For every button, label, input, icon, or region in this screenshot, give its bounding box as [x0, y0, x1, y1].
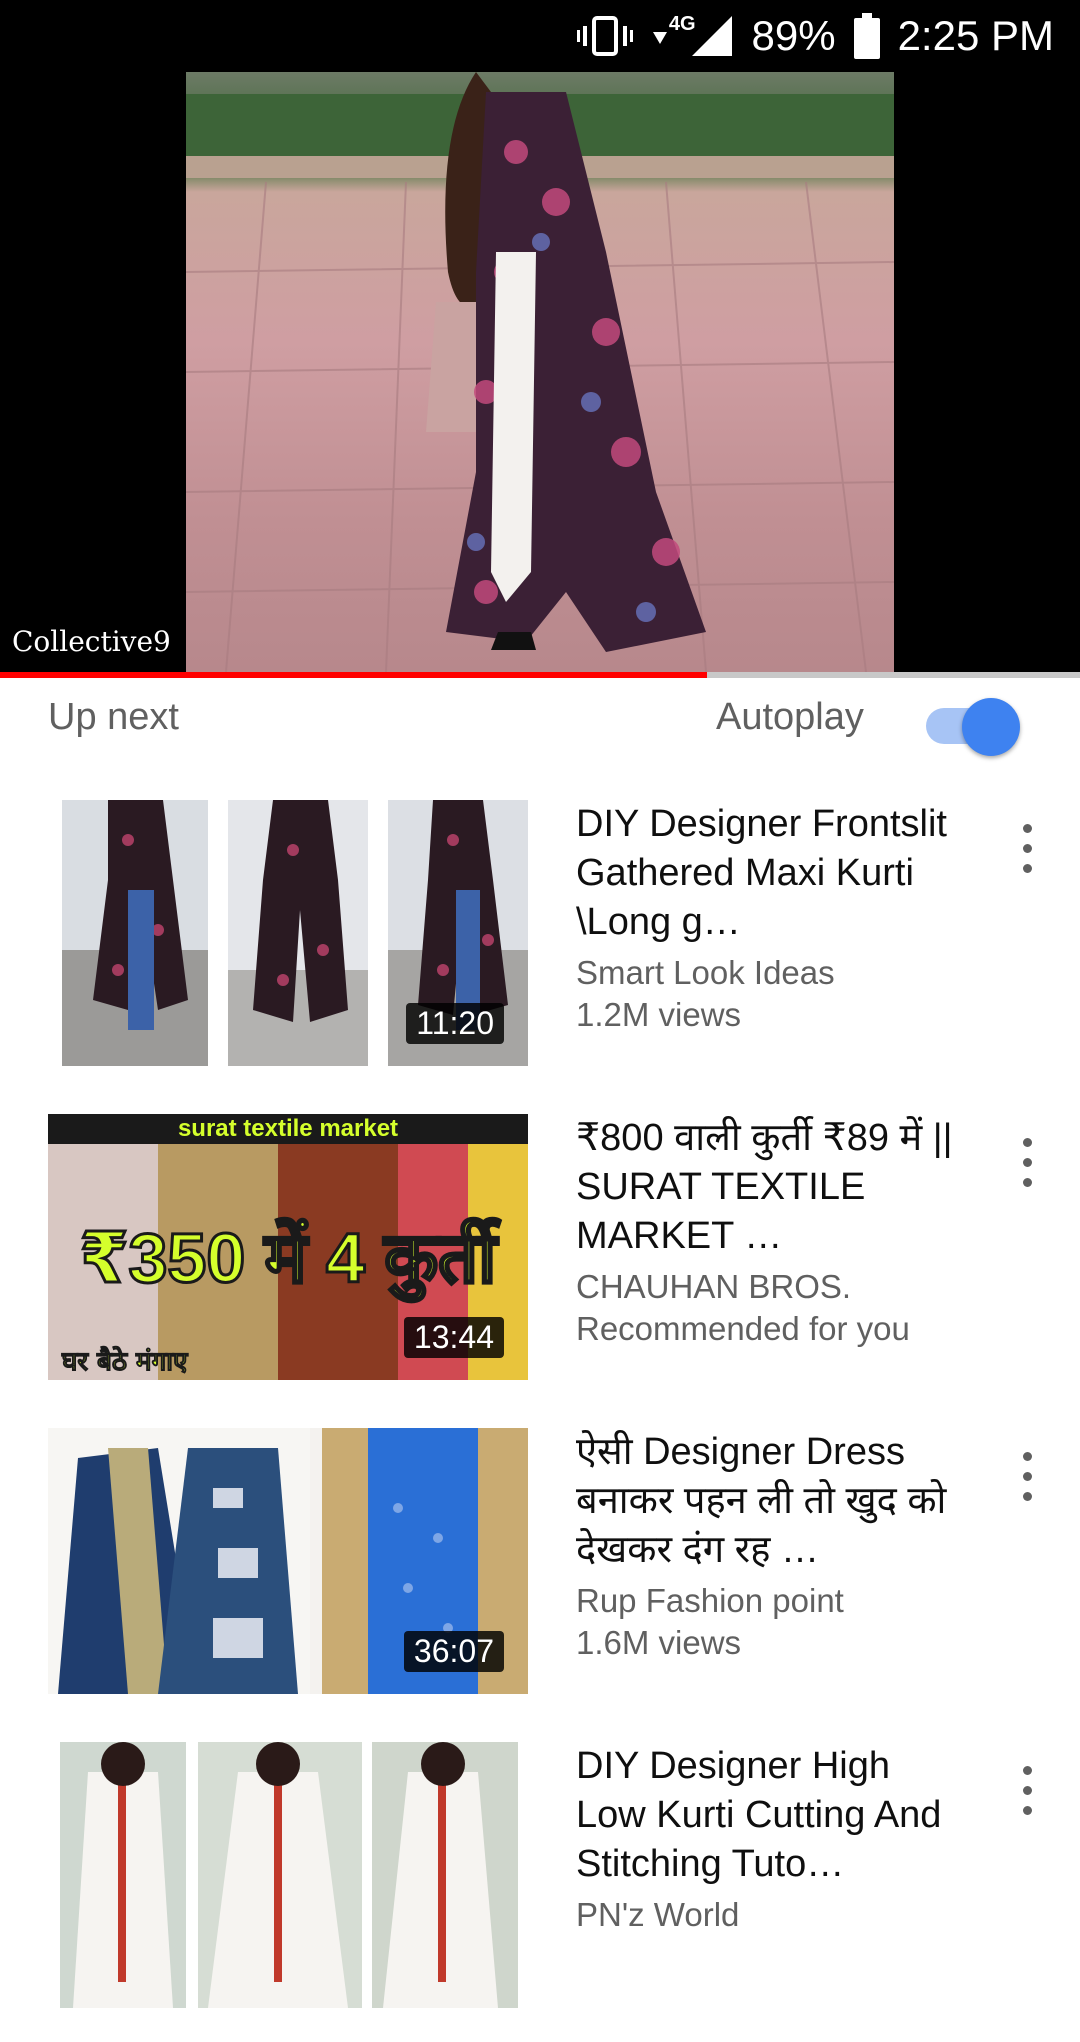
up-next-label: Up next	[48, 696, 179, 738]
video-title[interactable]: DIY Designer High Low Kurti Cutting And …	[576, 1742, 956, 1889]
video-views: 1.2M views	[576, 996, 742, 1033]
more-options-icon[interactable]	[1010, 820, 1046, 880]
video-thumbnail[interactable]	[48, 1742, 528, 2008]
thumbnail-image	[48, 1742, 528, 2008]
vibrate-icon	[576, 14, 633, 58]
video-list-item[interactable]: 36:07 ऐसी Designer Dress बनाकर पहन ली तो…	[0, 1428, 1080, 1728]
video-frame	[186, 72, 894, 672]
video-scene-image	[186, 72, 894, 672]
video-duration: 36:07	[403, 1631, 504, 1672]
up-next-header: Up next Autoplay	[0, 678, 1080, 788]
battery-icon	[853, 13, 880, 59]
video-list-item[interactable]: surat textile market ₹350 में 4 कुर्ती घ…	[0, 1114, 1080, 1414]
video-title[interactable]: ₹800 वाली कुर्ती ₹89 में || SURAT TEXTIL…	[576, 1114, 956, 1261]
battery-percent: 89%	[751, 12, 836, 59]
video-list-item[interactable]: 11:20 DIY Designer Frontslit Gathered Ma…	[0, 800, 1080, 1100]
more-options-icon[interactable]	[1010, 1448, 1046, 1508]
autoplay-label: Autoplay	[716, 696, 864, 738]
status-bar: 4G 89% 2:25 PM	[0, 0, 1080, 72]
more-options-icon[interactable]	[1010, 1762, 1046, 1822]
video-channel: Smart Look Ideas	[576, 954, 835, 991]
network-type: 4G	[668, 12, 696, 35]
video-channel: PN'z World	[576, 1896, 740, 1933]
video-thumbnail[interactable]: surat textile market ₹350 में 4 कुर्ती घ…	[48, 1114, 528, 1380]
clock: 2:25 PM	[897, 12, 1054, 59]
video-channel: CHAUHAN BROS.	[576, 1268, 852, 1305]
video-title[interactable]: DIY Designer Frontslit Gathered Maxi Kur…	[576, 800, 956, 947]
video-thumbnail[interactable]: 36:07	[48, 1428, 528, 1694]
thumbnail-footer: घर बैठे मंगाए	[61, 1346, 189, 1377]
video-title[interactable]: ऐसी Designer Dress बनाकर पहन ली तो खुद क…	[576, 1428, 956, 1575]
video-thumbnail[interactable]: 11:20	[48, 800, 528, 1066]
video-player[interactable]: Collective9	[0, 72, 1080, 672]
video-recommendation: Recommended for you	[576, 1310, 910, 1347]
signal-icon: 4G	[651, 12, 734, 58]
more-options-icon[interactable]	[1010, 1134, 1046, 1194]
video-duration: 11:20	[406, 1003, 504, 1044]
video-duration: 13:44	[403, 1317, 504, 1358]
thumbnail-headline: ₹350 में 4 कुर्ती	[80, 1218, 501, 1302]
video-list-item[interactable]: DIY Designer High Low Kurti Cutting And …	[0, 1742, 1080, 2042]
video-views: 1.6M views	[576, 1624, 742, 1661]
thumbnail-banner: surat textile market	[178, 1115, 398, 1142]
video-channel: Rup Fashion point	[576, 1582, 844, 1619]
autoplay-toggle[interactable]	[926, 698, 1020, 756]
channel-watermark: Collective9	[12, 625, 171, 658]
toggle-knob	[962, 698, 1020, 756]
